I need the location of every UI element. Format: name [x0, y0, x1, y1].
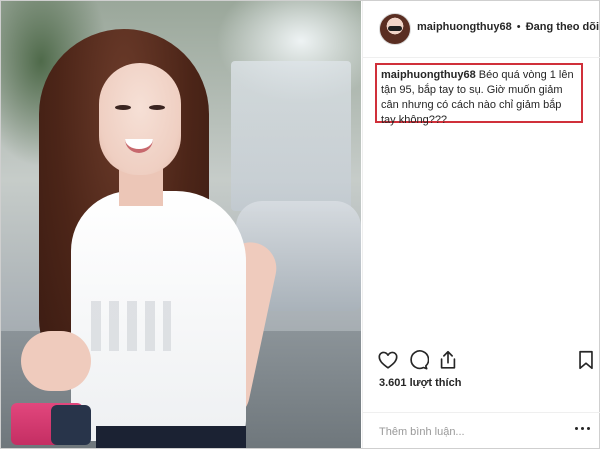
following-button[interactable]: Đang theo dõi [526, 21, 599, 33]
photo-eye-right [149, 105, 165, 110]
avatar[interactable] [379, 13, 411, 45]
like-count[interactable]: 3.601 lượt thích [379, 377, 461, 389]
caption-highlight-box: maiphuongthuy68 Béo quá vòng 1 lên tận 9… [375, 63, 583, 126]
avatar-sunglasses [388, 26, 402, 31]
comment-bar [363, 412, 600, 449]
heart-icon[interactable] [377, 349, 399, 371]
post-photo[interactable] [1, 1, 361, 448]
shirt-logo [91, 301, 171, 351]
bookmark-icon[interactable] [575, 349, 597, 371]
photo-shirt [71, 191, 246, 441]
photo-skirt [96, 426, 246, 448]
comment-input[interactable] [377, 421, 566, 443]
share-icon[interactable] [437, 349, 459, 371]
photo-smile [125, 139, 153, 153]
header-separator: • [516, 21, 521, 33]
author-username-link[interactable]: maiphuongthuy68 [417, 21, 512, 33]
post-side-panel: maiphuongthuy68 • Đang theo dõi maiphuon… [362, 1, 600, 448]
photo-face [99, 63, 181, 175]
photo-arm-left [21, 331, 91, 391]
photo-phone [51, 405, 91, 445]
comment-icon[interactable] [407, 349, 429, 371]
header-text: maiphuongthuy68 • Đang theo dõi [417, 21, 599, 33]
photo-background-window [231, 61, 351, 211]
photo-eye-left [115, 105, 131, 110]
post-header: maiphuongthuy68 • Đang theo dõi [363, 1, 600, 58]
caption-username-link[interactable]: maiphuongthuy68 [381, 69, 476, 81]
action-bar [363, 345, 600, 375]
instagram-post: maiphuongthuy68 • Đang theo dõi maiphuon… [0, 0, 600, 449]
photo-wallet [11, 403, 91, 445]
more-options-icon[interactable] [575, 427, 591, 433]
